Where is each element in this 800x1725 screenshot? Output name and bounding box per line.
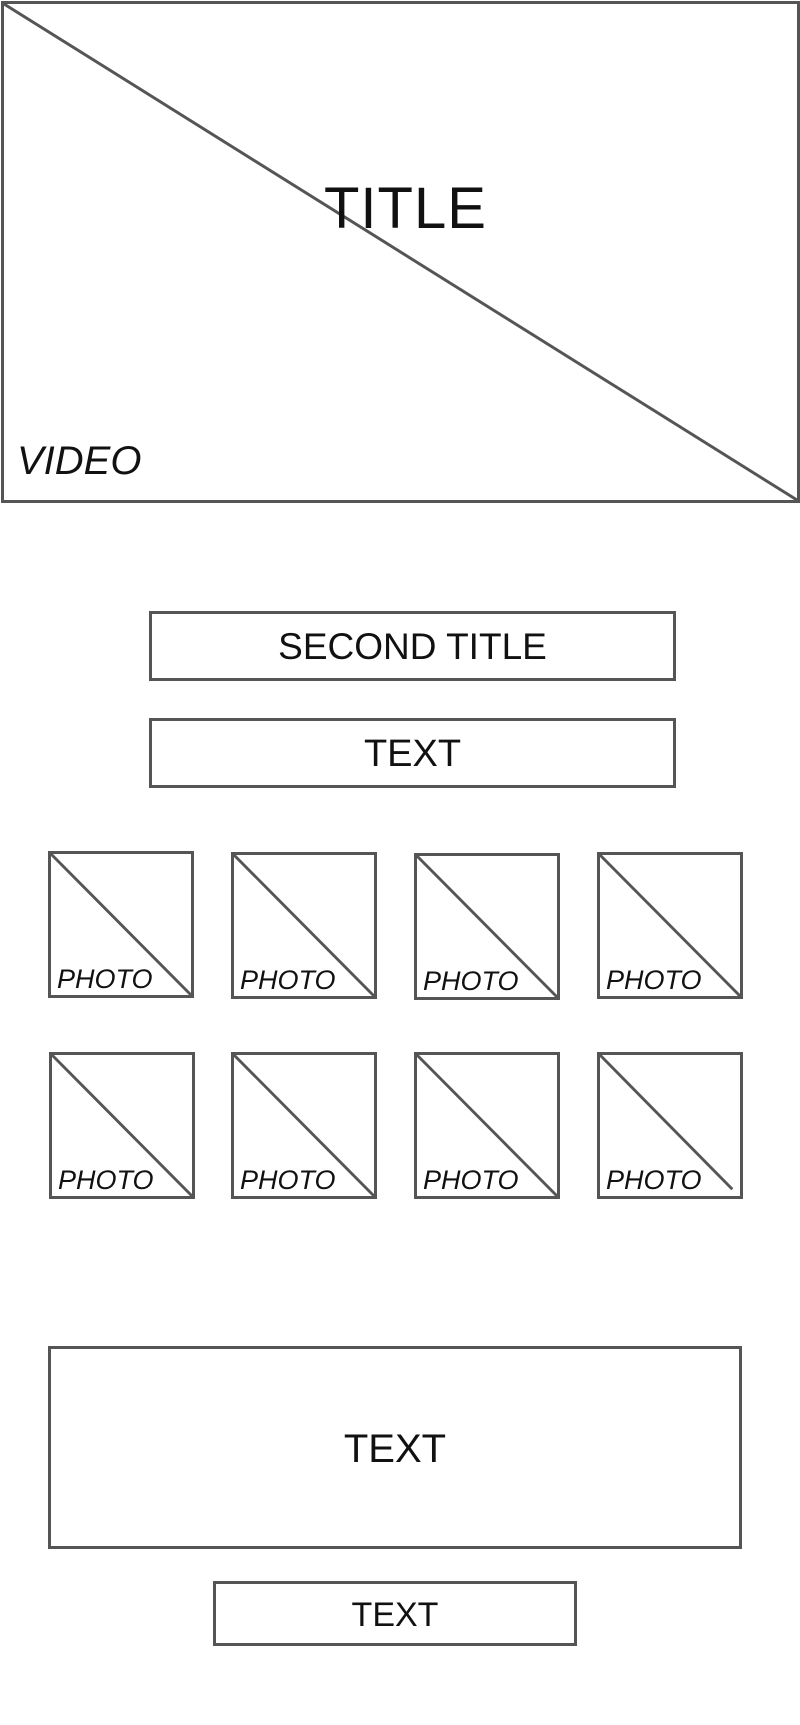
second-title: SECOND TITLE (278, 626, 547, 667)
placeholder-diagonal-icon (3, 2, 798, 502)
text-label: TEXT (343, 1427, 447, 1471)
photo-label: PHOTO (606, 1165, 702, 1195)
photo-placeholder[interactable]: PHOTO (231, 852, 377, 999)
hero-video-placeholder[interactable]: TITLE VIDEO (1, 1, 800, 503)
photo-label: PHOTO (423, 966, 519, 996)
photo-placeholder[interactable]: PHOTO (48, 851, 194, 998)
second-title-box: SECOND TITLE (149, 611, 676, 681)
photo-label: PHOTO (606, 965, 702, 995)
photo-placeholder[interactable]: PHOTO (414, 853, 560, 1000)
text-box-large: TEXT (48, 1346, 742, 1549)
text-box: TEXT (149, 718, 676, 788)
photo-placeholder[interactable]: PHOTO (49, 1052, 195, 1199)
text-label: TEXT (363, 733, 462, 775)
photo-label: PHOTO (57, 964, 153, 994)
photo-placeholder[interactable]: PHOTO (231, 1052, 377, 1199)
hero-video-label: VIDEO (17, 439, 142, 483)
photo-label: PHOTO (58, 1165, 154, 1195)
text-label: TEXT (351, 1596, 439, 1634)
hero-title: TITLE (324, 176, 487, 241)
photo-label: PHOTO (240, 965, 336, 995)
photo-placeholder[interactable]: PHOTO (414, 1052, 560, 1199)
photo-label: PHOTO (423, 1165, 519, 1195)
photo-placeholder[interactable]: PHOTO (597, 1052, 743, 1199)
text-box-small: TEXT (213, 1581, 577, 1646)
photo-placeholder[interactable]: PHOTO (597, 852, 743, 999)
photo-label: PHOTO (240, 1165, 336, 1195)
